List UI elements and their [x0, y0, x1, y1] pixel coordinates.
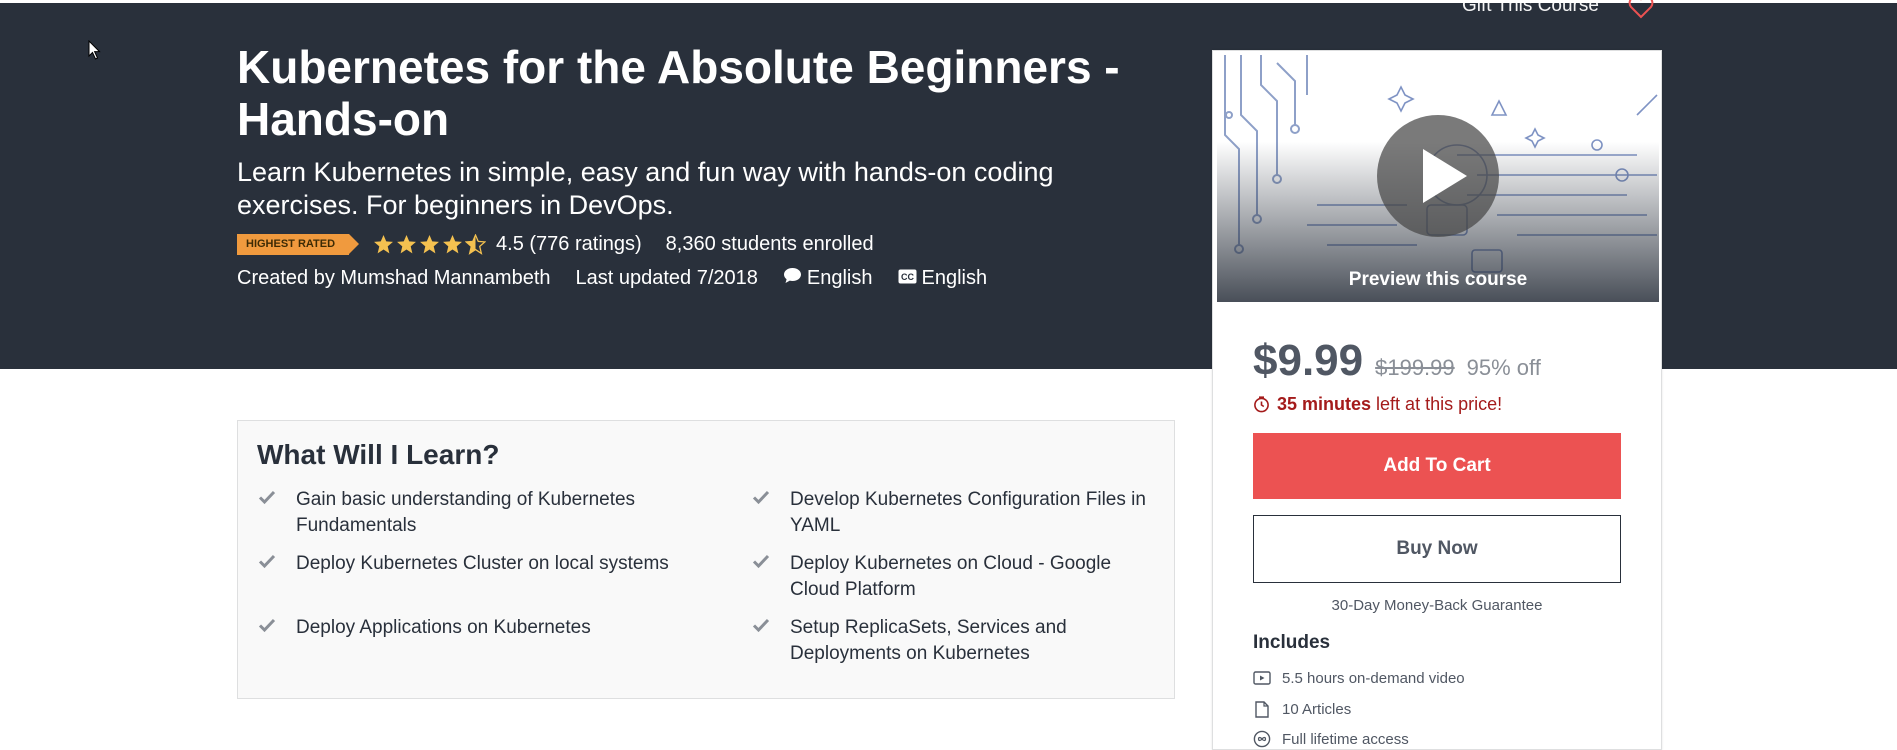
check-icon: [752, 490, 770, 505]
learn-item: Deploy Kubernetes on Cloud - Google Clou…: [752, 551, 1160, 603]
includes-item-text: 5.5 hours on-demand video: [1282, 669, 1465, 687]
includes-item: 5.5 hours on-demand video: [1253, 669, 1465, 687]
check-icon: [258, 490, 276, 505]
learn-item: Deploy Kubernetes Cluster on local syste…: [258, 551, 696, 577]
preview-label[interactable]: Preview this course: [1217, 269, 1659, 291]
check-icon: [258, 554, 276, 569]
language-label: English: [806, 266, 873, 289]
learn-item: Develop Kubernetes Configuration Files i…: [752, 487, 1160, 539]
gift-course-link[interactable]: Gift This Course: [1462, 0, 1599, 17]
last-updated: Last updated 7/2018: [575, 266, 758, 289]
video-icon: [1253, 669, 1271, 687]
check-icon: [752, 554, 770, 569]
captions: CC English: [898, 266, 988, 290]
price-row: $9.99 $199.99 95% off: [1253, 336, 1541, 386]
star-icon: [465, 233, 487, 255]
rating-row: HIGHEST RATED 4.5 (776 ratings) 8,360 st…: [237, 231, 874, 257]
what-will-i-learn-panel: What Will I Learn? Gain basic understand…: [237, 420, 1175, 699]
learn-item-text: Deploy Kubernetes on Cloud - Google Clou…: [790, 553, 1112, 600]
star-rating: [373, 233, 487, 255]
learn-item: Deploy Applications on Kubernetes: [258, 615, 696, 641]
play-icon[interactable]: [1377, 115, 1499, 237]
star-icon: [397, 234, 416, 253]
purchase-card: Preview this course $9.99 $199.99 95% of…: [1212, 50, 1662, 750]
includes-heading: Includes: [1253, 632, 1331, 653]
article-icon: [1253, 700, 1271, 718]
add-to-cart-button[interactable]: Add To Cart: [1253, 433, 1621, 499]
students-enrolled: 8,360 students enrolled: [665, 232, 874, 255]
learn-item-text: Deploy Kubernetes Cluster on local syste…: [296, 553, 669, 574]
learn-item-text: Gain basic understanding of Kubernetes F…: [296, 489, 636, 536]
learn-item-text: Develop Kubernetes Configuration Files i…: [790, 489, 1146, 536]
star-icon: [420, 234, 439, 253]
timer-minutes: 35 minutes: [1277, 394, 1372, 414]
check-icon: [258, 618, 276, 633]
language: English: [783, 267, 873, 290]
captions-label: English: [921, 266, 988, 289]
current-price: $9.99: [1253, 336, 1364, 385]
learn-item-text: Deploy Applications on Kubernetes: [296, 617, 591, 638]
course-title: Kubernetes for the Absolute Beginners - …: [237, 41, 1120, 145]
star-icon: [443, 234, 462, 253]
heart-icon[interactable]: [1628, 0, 1654, 19]
star-icon: [374, 234, 393, 253]
infinity-icon: [1253, 730, 1271, 748]
includes-item-text: Full lifetime access: [1282, 730, 1409, 748]
svg-text:CC: CC: [901, 272, 914, 282]
learn-item: Setup ReplicaSets, Services and Deployme…: [752, 615, 1160, 667]
discount-percent: 95% off: [1466, 355, 1541, 380]
sale-timer: 35 minutes left at this price!: [1253, 394, 1502, 415]
learn-heading: What Will I Learn?: [257, 439, 500, 470]
learn-item-text: Setup ReplicaSets, Services and Deployme…: [790, 617, 1067, 664]
cursor-icon: [88, 40, 101, 60]
includes-item-text: 10 Articles: [1282, 700, 1352, 718]
buy-now-button[interactable]: Buy Now: [1253, 515, 1621, 583]
includes-item: Full lifetime access: [1253, 730, 1409, 748]
includes-item: 10 Articles: [1253, 700, 1351, 718]
closed-captions-icon: CC: [898, 269, 917, 284]
speech-bubble-icon: [783, 267, 802, 284]
money-back-guarantee: 30-Day Money-Back Guarantee: [1331, 597, 1543, 614]
course-subtitle: Learn Kubernetes in simple, easy and fun…: [237, 157, 1054, 220]
course-meta-row: Created by Mumshad Mannambeth Last updat…: [237, 265, 987, 291]
alarm-clock-icon: [1254, 396, 1269, 413]
rating-summary[interactable]: 4.5 (776 ratings): [496, 233, 642, 256]
learn-item: Gain basic understanding of Kubernetes F…: [258, 487, 696, 539]
timer-text: left at this price!: [1376, 394, 1503, 414]
check-icon: [752, 618, 770, 633]
course-preview[interactable]: Preview this course: [1217, 55, 1659, 302]
original-price: $199.99: [1375, 355, 1455, 380]
highest-rated-badge: HIGHEST RATED: [237, 233, 360, 255]
created-by[interactable]: Created by Mumshad Mannambeth: [237, 267, 551, 290]
